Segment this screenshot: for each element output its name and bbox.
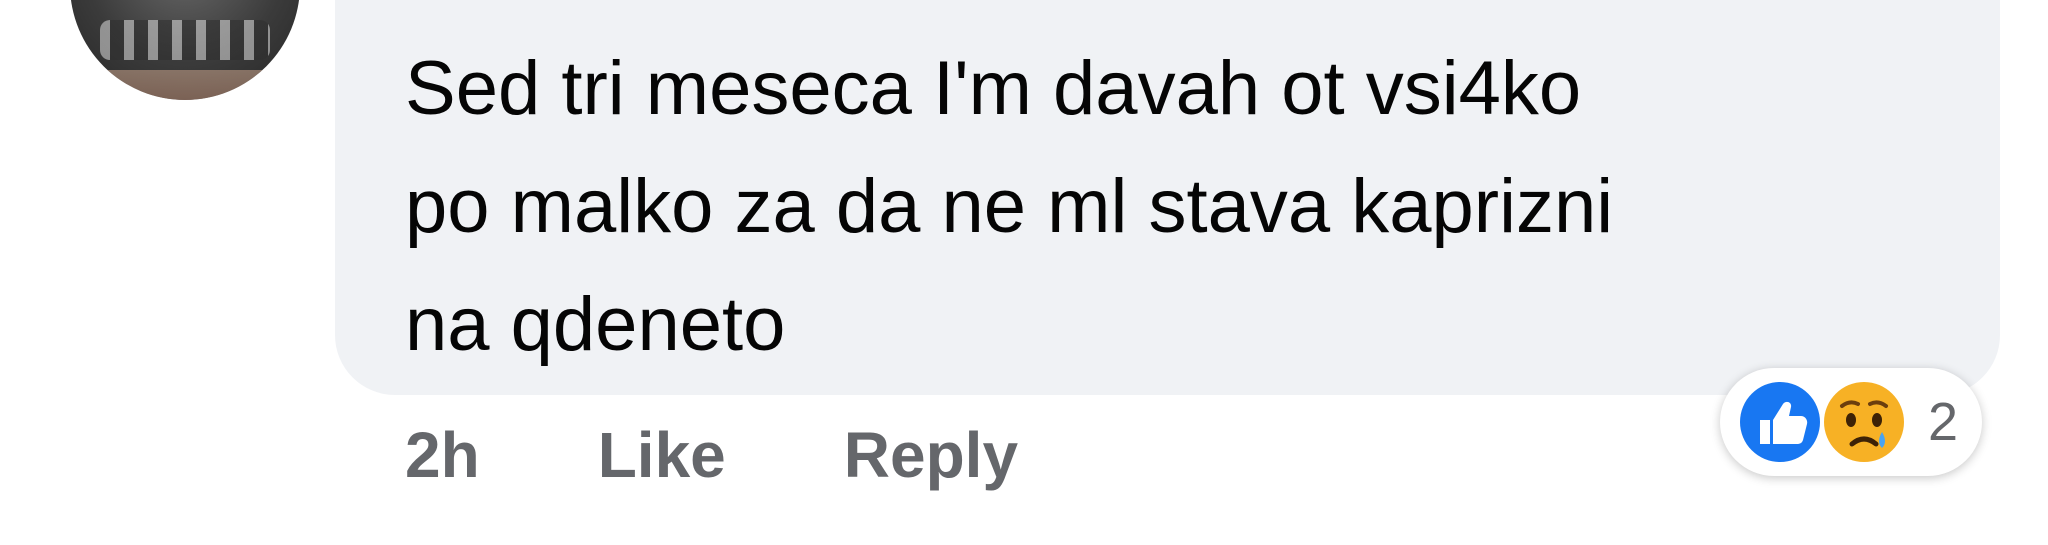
comment-actions: 2h Like Reply bbox=[405, 415, 1136, 495]
reaction-summary[interactable]: 2 bbox=[1720, 368, 1983, 476]
avatar-rim bbox=[70, 70, 300, 100]
comment-thread: Sed tri meseca I'm davah ot vsi4ko po ma… bbox=[0, 0, 2048, 545]
sad-icon bbox=[1818, 376, 1910, 468]
comment-timestamp[interactable]: 2h bbox=[405, 418, 480, 492]
avatar-pattern bbox=[100, 20, 270, 60]
avatar[interactable] bbox=[70, 0, 300, 100]
comment-bubble: Sed tri meseca I'm davah ot vsi4ko po ma… bbox=[335, 0, 2000, 395]
reaction-count: 2 bbox=[1928, 392, 1959, 452]
like-button[interactable]: Like bbox=[598, 418, 726, 492]
reply-button[interactable]: Reply bbox=[844, 418, 1018, 492]
like-icon bbox=[1734, 376, 1826, 468]
comment-text: Sed tri meseca I'm davah ot vsi4ko po ma… bbox=[405, 46, 1614, 367]
